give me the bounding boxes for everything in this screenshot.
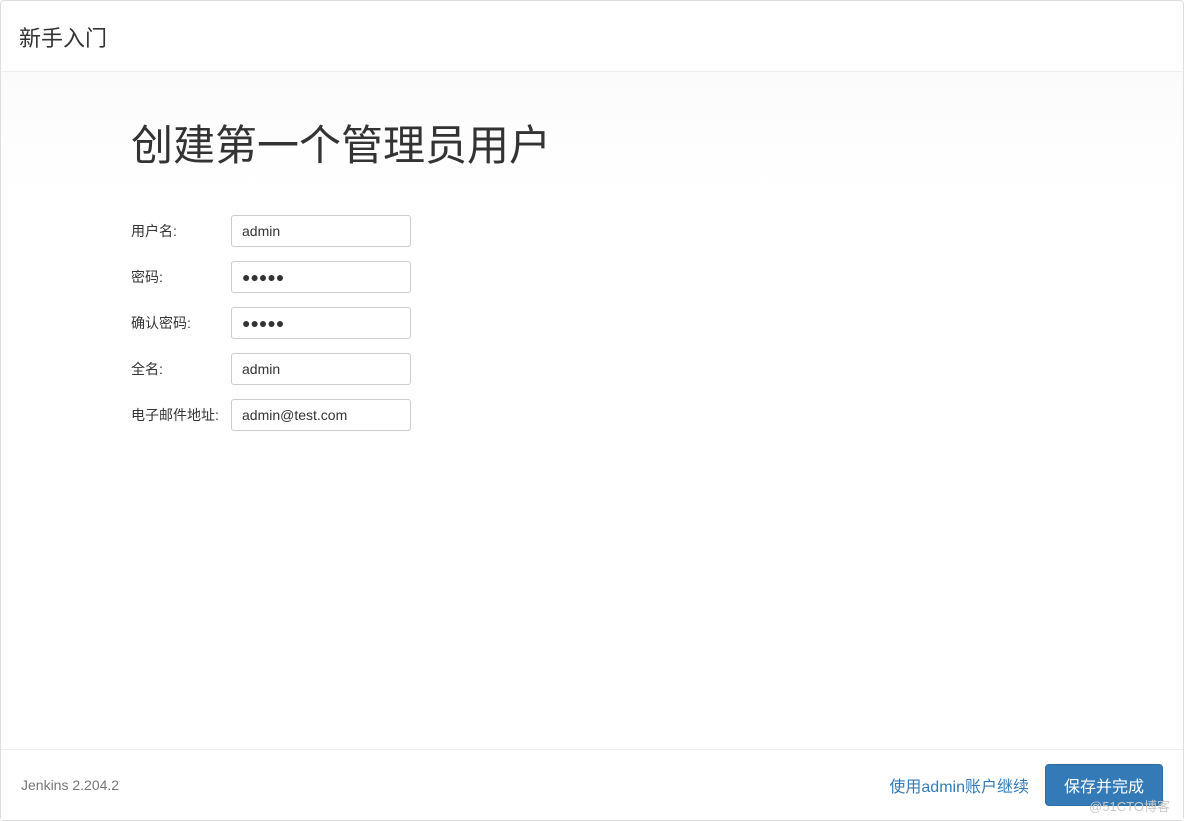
password-label: 密码: bbox=[131, 267, 231, 287]
password-input[interactable] bbox=[231, 261, 411, 293]
header-title: 新手入门 bbox=[19, 21, 1165, 53]
continue-as-admin-link[interactable]: 使用admin账户继续 bbox=[889, 773, 1029, 797]
form-row-email: 电子邮件地址: bbox=[131, 399, 1183, 431]
page-heading: 创建第一个管理员用户 bbox=[131, 112, 1183, 173]
version-text: Jenkins 2.204.2 bbox=[21, 777, 119, 793]
admin-user-form: 用户名: 密码: 确认密码: 全名: 电子邮件地址: bbox=[131, 215, 1183, 431]
fullname-input[interactable] bbox=[231, 353, 411, 385]
footer: Jenkins 2.204.2 使用admin账户继续 保存并完成 bbox=[1, 749, 1183, 820]
save-and-finish-button[interactable]: 保存并完成 bbox=[1045, 764, 1163, 806]
confirm-password-label: 确认密码: bbox=[131, 313, 231, 333]
footer-actions: 使用admin账户继续 保存并完成 bbox=[889, 764, 1163, 806]
form-row-fullname: 全名: bbox=[131, 353, 1183, 385]
fullname-label: 全名: bbox=[131, 359, 231, 379]
content-area: 创建第一个管理员用户 用户名: 密码: 确认密码: 全名: 电子邮件地址: bbox=[1, 72, 1183, 749]
header: 新手入门 bbox=[1, 1, 1183, 72]
username-input[interactable] bbox=[231, 215, 411, 247]
email-input[interactable] bbox=[231, 399, 411, 431]
form-row-username: 用户名: bbox=[131, 215, 1183, 247]
email-label: 电子邮件地址: bbox=[131, 405, 231, 425]
form-row-password: 密码: bbox=[131, 261, 1183, 293]
username-label: 用户名: bbox=[131, 221, 231, 241]
confirm-password-input[interactable] bbox=[231, 307, 411, 339]
form-row-confirm-password: 确认密码: bbox=[131, 307, 1183, 339]
